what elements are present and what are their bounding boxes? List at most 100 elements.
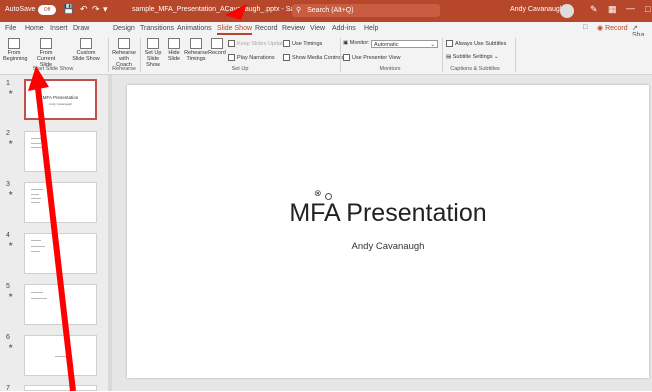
ribbon-divider [140, 38, 141, 72]
thumbnail-text-line [31, 292, 43, 293]
use-timings-label: Use Timings [292, 40, 323, 47]
thumbnail-number: 3 [6, 181, 10, 188]
thumbnail-text-line [31, 198, 41, 199]
slide-thumbnail-6[interactable] [24, 335, 97, 376]
tab-animations[interactable]: Animations [177, 25, 212, 32]
user-name[interactable]: Andy Cavanaugh [510, 6, 564, 13]
record-button[interactable]: ◉ Record [597, 24, 628, 32]
thumbnail-text-line [31, 194, 39, 195]
tab-transitions[interactable]: Transitions [140, 25, 174, 32]
always-subtitles-label: Always Use Subtitles [455, 40, 507, 47]
thumbnail-text-line [31, 298, 47, 299]
monitor-dropdown[interactable]: Automatic ⌄ [371, 40, 438, 48]
keep-slides-updated-checkbox: Keep Slides Updated [228, 40, 289, 47]
transition-star-icon: ★ [8, 344, 14, 350]
subtitle-settings-button[interactable]: ▤ Subtitle Settings ⌄ [446, 54, 499, 60]
ribbon-display-icon[interactable]: ▦ [608, 4, 617, 15]
rehearse-timings-button[interactable]: Rehearse Timings [184, 38, 208, 62]
tab-help[interactable]: Help [364, 25, 378, 32]
save-icon[interactable]: 💾 [63, 4, 74, 15]
tab-review[interactable]: Review [282, 25, 305, 32]
monitor-label-text: Monitor: [349, 40, 370, 46]
use-timings-checkbox[interactable]: Use Timings [283, 40, 322, 47]
record-slide-button[interactable]: Record [208, 38, 226, 56]
setup-icon [147, 38, 159, 49]
transition-star-icon: ★ [8, 90, 14, 96]
monitor-label: ▣ Monitor: [343, 40, 370, 46]
thumbnail-text-line [31, 246, 45, 247]
show-media-controls-checkbox[interactable]: Show Media Controls [283, 54, 344, 61]
transition-star-icon: ★ [8, 191, 14, 197]
redo-icon[interactable]: ↷ [92, 4, 100, 15]
group-label-start: Start Slide Show [32, 66, 74, 72]
monitor-icon: ▣ [343, 40, 350, 46]
set-up-slide-show-button[interactable]: Set Up Slide Show [142, 38, 164, 68]
minimize-icon[interactable]: — [626, 3, 635, 13]
thumbnail-number: 4 [6, 232, 10, 239]
hide-slide-label: Hide Slide [167, 50, 181, 62]
thumbnail-number: 1 [6, 80, 10, 87]
from-beginning-label: From Beginning [3, 50, 28, 62]
tab-view[interactable]: View [310, 25, 325, 32]
tab-record[interactable]: Record [255, 25, 278, 32]
slide-thumbnail-pane[interactable]: 1 ★ MFA Presentation Andy Cavanaugh 2 ★ … [0, 75, 112, 392]
comment-icon[interactable]: □ [583, 24, 587, 31]
search-box[interactable]: ⚲ Search (Alt+Q) [292, 4, 440, 17]
coach-icon [118, 38, 130, 49]
hide-slide-button[interactable]: Hide Slide [166, 38, 182, 62]
tab-design[interactable]: Design [113, 25, 135, 32]
ribbon-divider [515, 38, 516, 72]
tab-insert[interactable]: Insert [50, 25, 68, 32]
slide-thumbnail-1[interactable]: MFA Presentation Andy Cavanaugh [24, 79, 97, 120]
always-use-subtitles-checkbox[interactable]: Always Use Subtitles [446, 40, 506, 47]
slide-thumbnail-7[interactable] [24, 385, 97, 391]
slide-title[interactable]: MFA Presentation [127, 199, 649, 228]
tab-add-ins[interactable]: Add-ins [332, 25, 356, 32]
set-up-label: Set Up Slide Show [144, 50, 162, 68]
pen-icon[interactable]: ✎ [590, 4, 598, 15]
from-beginning-button[interactable]: From Beginning [3, 38, 28, 62]
slide-thumbnail-3[interactable] [24, 182, 97, 223]
customize-toolbar-icon[interactable]: ▾ [103, 4, 108, 15]
from-current-slide-button[interactable]: From Current Slide [30, 38, 62, 68]
transition-star-icon: ★ [8, 293, 14, 299]
slide-thumbnail-4[interactable] [24, 233, 97, 274]
presenter-view-checkbox[interactable]: Use Presenter View [343, 54, 401, 61]
tab-slide-show[interactable]: Slide Show [217, 25, 253, 35]
ribbon-divider [340, 38, 341, 72]
rotate-handle-icon[interactable] [325, 193, 332, 200]
maximize-icon[interactable]: □ [645, 4, 650, 14]
show-media-controls-label: Show Media Controls [292, 54, 345, 61]
group-label-rehearse: Rehearse [112, 66, 136, 72]
thumbnail-number: 6 [6, 334, 10, 341]
avatar[interactable] [560, 4, 574, 18]
autosave-toggle[interactable]: Off [38, 5, 56, 15]
thumbnail-title: MFA Presentation [42, 95, 79, 100]
tab-home[interactable]: Home [25, 25, 44, 32]
tab-file[interactable]: File [5, 25, 16, 32]
ribbon: From Beginning From Current Slide Custom… [0, 36, 652, 75]
slide-thumbnail-2[interactable] [24, 131, 97, 172]
rehearse-with-coach-button[interactable]: Rehearse with Coach [112, 38, 136, 68]
custom-slide-show-button[interactable]: Custom Slide Show [70, 38, 102, 62]
thumbnail-text-line [31, 251, 40, 252]
group-label-monitors: Monitors [379, 66, 401, 72]
presenter-view-label: Use Presenter View [352, 54, 401, 61]
thumbnail-number: 5 [6, 283, 10, 290]
custom-show-icon [80, 38, 92, 49]
transition-star-icon: ★ [8, 242, 14, 248]
slide-thumbnail-5[interactable] [24, 284, 97, 325]
thumbnail-text-line [31, 138, 45, 139]
slide-subtitle[interactable]: Andy Cavanaugh [127, 241, 649, 252]
timings-icon [190, 38, 202, 49]
move-handle-icon[interactable]: ⊗ [314, 188, 322, 199]
thumbnail-text-line [31, 143, 41, 144]
undo-icon[interactable]: ↶ [80, 4, 88, 15]
record-label: Record [208, 50, 226, 56]
play-narrations-checkbox[interactable]: Play Narrations [228, 54, 275, 61]
current-slide[interactable]: MFA Presentation ⊗ Andy Cavanaugh [127, 85, 649, 378]
thumbnail-number: 2 [6, 130, 10, 137]
autosave-label: AutoSave [5, 6, 36, 13]
tab-draw[interactable]: Draw [73, 25, 89, 32]
thumbnail-text-line [31, 189, 43, 190]
